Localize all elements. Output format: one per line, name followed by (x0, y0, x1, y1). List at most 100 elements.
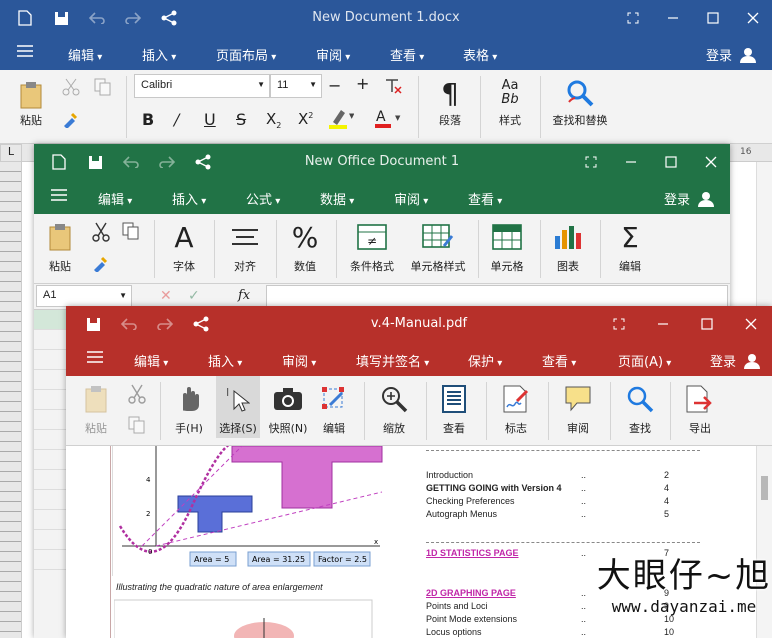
cells-button[interactable]: 单元格 (486, 220, 528, 274)
hamburger-menu-icon[interactable] (16, 44, 34, 62)
menu-protect[interactable]: 保护 (468, 351, 502, 370)
cancel-formula-icon[interactable]: ✕ (160, 288, 172, 304)
login-label: 登录 (663, 193, 690, 208)
hamburger-menu-icon[interactable] (50, 188, 68, 206)
fullscreen-icon[interactable] (580, 152, 602, 172)
paste-button[interactable]: 粘贴 (44, 220, 76, 274)
menu-view[interactable]: 查看 (390, 45, 424, 64)
subscript-icon[interactable]: X2 (266, 110, 281, 130)
scroll-thumb[interactable] (761, 476, 768, 500)
formula-input[interactable] (266, 285, 728, 307)
menu-review[interactable]: 审阅 (394, 189, 428, 208)
login-button[interactable]: 登录 (710, 351, 760, 370)
menu-page[interactable]: 页面(A) (618, 351, 671, 370)
close-icon[interactable] (742, 8, 764, 28)
paragraph-button[interactable]: ¶ 段落 (432, 74, 468, 128)
zoom-button[interactable]: 缩放 (376, 382, 412, 436)
bold-icon[interactable]: B (142, 110, 154, 129)
sign-button[interactable]: 标志 (498, 382, 534, 436)
font-color-icon[interactable]: A ▼ (374, 108, 402, 133)
export-button[interactable]: 导出 (682, 382, 718, 436)
minimize-icon[interactable] (620, 152, 642, 172)
menu-insert[interactable]: 插入 (142, 45, 176, 64)
toc-entry-title[interactable]: Locus options (426, 627, 482, 637)
graph-caption: Illustrating the quadratic nature of are… (116, 582, 323, 592)
cut-icon[interactable] (128, 384, 146, 407)
paste-button[interactable]: 粘贴 (78, 382, 114, 436)
copy-icon[interactable] (122, 222, 140, 243)
paste-button[interactable]: 粘贴 (14, 78, 48, 128)
toc-entry-title[interactable]: GETTING GOING with Version 4 (426, 483, 562, 493)
menu-table[interactable]: 表格 (463, 45, 497, 64)
highlight-icon[interactable]: ▼ (328, 108, 355, 133)
toc-entry-title[interactable]: Points and Loci (426, 601, 488, 611)
strikethrough-icon[interactable]: S (236, 110, 246, 129)
accept-formula-icon[interactable]: ✓ (188, 288, 200, 304)
edit-button[interactable]: 编辑 (316, 382, 352, 436)
clear-format-icon[interactable] (384, 78, 402, 97)
font-name-select[interactable]: Calibri ▼ (134, 74, 270, 98)
snapshot-button[interactable]: 快照(N) (266, 382, 310, 436)
fullscreen-icon[interactable] (608, 314, 630, 334)
fullscreen-icon[interactable] (622, 8, 644, 28)
menu-insert[interactable]: 插入 (172, 189, 206, 208)
menu-data[interactable]: 数据 (320, 189, 354, 208)
increase-font-icon[interactable]: + (356, 74, 369, 93)
menu-edit[interactable]: 编辑 (134, 351, 168, 370)
menu-review[interactable]: 审阅 (316, 45, 350, 64)
font-size-select[interactable]: 11 ▼ (270, 74, 322, 98)
close-icon[interactable] (700, 152, 722, 172)
hand-tool-button[interactable]: 手(H) (170, 382, 208, 436)
review-button[interactable]: 审阅 (560, 382, 596, 436)
align-button[interactable]: 对齐 (226, 220, 264, 274)
menu-page-layout[interactable]: 页面布局 (216, 45, 276, 64)
toc-entry-title[interactable]: Point Mode extensions (426, 614, 517, 624)
underline-icon[interactable]: U (204, 110, 216, 129)
menu-formula[interactable]: 公式 (246, 189, 280, 208)
login-button[interactable]: 登录 (664, 189, 714, 208)
decrease-font-icon[interactable]: − (328, 76, 341, 95)
conditional-format-button[interactable]: ≠ 条件格式 (346, 220, 398, 274)
superscript-icon[interactable]: X2 (298, 110, 313, 128)
toc-entry-title[interactable]: 2D GRAPHING PAGE (426, 588, 516, 598)
menu-fill-sign[interactable]: 填写并签名 (356, 351, 429, 370)
number-button[interactable]: % 数值 (286, 220, 324, 274)
menu-edit[interactable]: 编辑 (98, 189, 132, 208)
menu-insert[interactable]: 插入 (208, 351, 242, 370)
menu-view[interactable]: 查看 (542, 351, 576, 370)
toc-entry-title[interactable]: Introduction (426, 470, 473, 480)
format-painter-icon[interactable] (92, 254, 110, 275)
function-icon[interactable]: fx (238, 288, 250, 303)
cell-style-button[interactable]: 单元格样式 (408, 220, 468, 274)
menu-review[interactable]: 审阅 (282, 351, 316, 370)
maximize-icon[interactable] (702, 8, 724, 28)
cell-reference-box[interactable]: A1 ▼ (36, 285, 132, 307)
toc-entry-title[interactable]: 1D STATISTICS PAGE (426, 548, 519, 558)
format-painter-icon[interactable] (62, 110, 80, 131)
toc-entry-title[interactable]: Checking Preferences (426, 496, 515, 506)
chart-button[interactable]: 图表 (548, 220, 588, 274)
maximize-icon[interactable] (660, 152, 682, 172)
toc-entry-title[interactable]: Autograph Menus (426, 509, 497, 519)
copy-icon[interactable] (128, 416, 146, 437)
cut-icon[interactable] (62, 78, 80, 99)
login-button[interactable]: 登录 (706, 45, 756, 64)
minimize-icon[interactable] (662, 8, 684, 28)
menu-edit[interactable]: 编辑 (68, 45, 102, 64)
toc-entry-leader: .. (581, 470, 587, 480)
minimize-icon[interactable] (652, 314, 674, 334)
edit-button[interactable]: Σ 编辑 (610, 220, 650, 274)
font-button[interactable]: A 字体 (166, 220, 202, 274)
hamburger-menu-icon[interactable] (86, 350, 104, 368)
close-icon[interactable] (740, 314, 762, 334)
find-button[interactable]: 查找 (622, 382, 658, 436)
italic-icon[interactable]: / (174, 110, 179, 129)
view-button[interactable]: 查看 (436, 382, 472, 436)
select-tool-button[interactable]: I 选择(S) (216, 376, 260, 438)
copy-icon[interactable] (94, 78, 112, 99)
cut-icon[interactable] (92, 222, 110, 245)
menu-view[interactable]: 查看 (468, 189, 502, 208)
find-replace-button[interactable]: 查找和替换 (548, 74, 612, 128)
style-button[interactable]: Aa Bb 样式 (492, 74, 528, 128)
maximize-icon[interactable] (696, 314, 718, 334)
